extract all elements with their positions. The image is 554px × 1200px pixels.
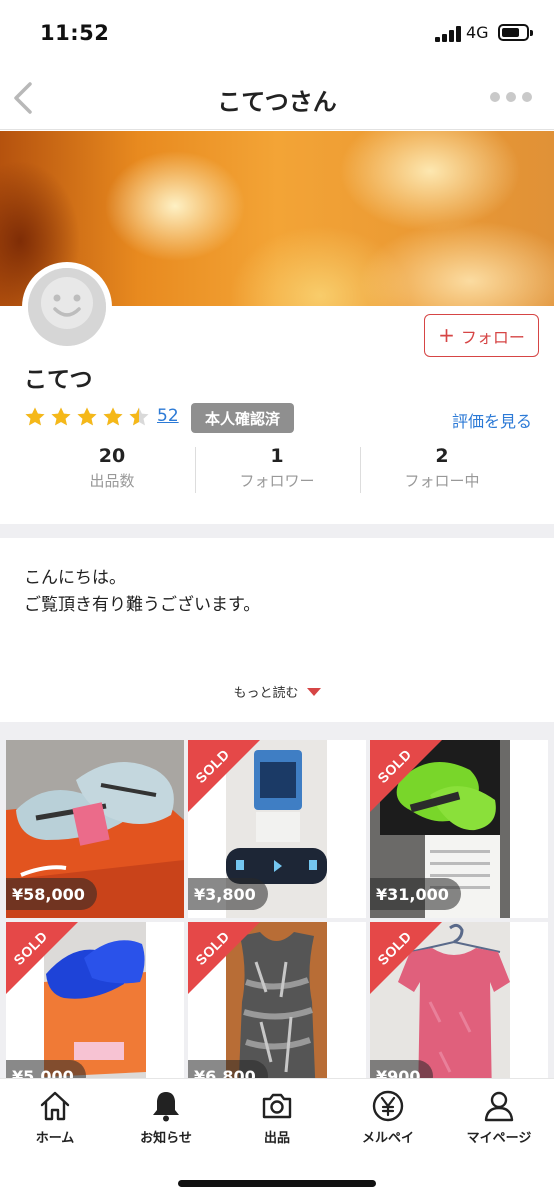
yen-circle-icon xyxy=(372,1090,404,1122)
more-dots-icon xyxy=(490,92,500,102)
stat-label: フォロー中 xyxy=(404,472,480,490)
follow-button[interactable]: + フォロー xyxy=(424,314,539,357)
sold-ribbon: SOLD xyxy=(188,922,260,994)
item-card[interactable]: SOLD ¥3,800 xyxy=(188,740,366,918)
item-card[interactable]: SOLD ¥5,000 xyxy=(6,922,184,1078)
home-icon xyxy=(40,1091,70,1121)
username: こてつ xyxy=(24,367,93,393)
verified-badge: 本人確認済 xyxy=(191,403,294,433)
person-icon xyxy=(484,1091,514,1122)
camera-icon xyxy=(262,1093,292,1119)
battery-icon xyxy=(498,24,533,41)
follow-button-label: フォロー xyxy=(460,327,525,347)
stat-value: 2 xyxy=(435,445,449,467)
read-more-label: もっと読む xyxy=(233,686,299,701)
profile-stats: 20 出品数 1 フォロワー 2 フォロー中 xyxy=(0,445,554,497)
tab-label: ホーム xyxy=(35,1131,75,1146)
read-more-button[interactable]: もっと読む xyxy=(0,682,554,701)
star-icon xyxy=(25,407,45,426)
star-icon xyxy=(129,407,149,426)
star-icon xyxy=(103,407,123,426)
star-icon xyxy=(51,407,71,426)
stat-value: 20 xyxy=(98,445,126,467)
tab-mypage[interactable]: マイページ xyxy=(444,1089,554,1146)
default-avatar-face-icon xyxy=(28,268,106,346)
caret-down-icon xyxy=(306,688,321,696)
tab-merpay[interactable]: メルペイ xyxy=(333,1089,443,1146)
home-indicator xyxy=(178,1180,376,1187)
item-price: ¥3,800 xyxy=(188,878,268,910)
sold-ribbon: SOLD xyxy=(370,740,442,812)
status-time: 11:52 xyxy=(40,21,110,45)
tab-label: お知らせ xyxy=(140,1131,192,1146)
section-divider xyxy=(0,524,554,538)
stat-label: 出品数 xyxy=(89,472,135,490)
stat-listings[interactable]: 20 出品数 xyxy=(32,445,192,491)
tab-sell[interactable]: 出品 xyxy=(222,1089,332,1146)
item-grid: ¥58,000 SOLD ¥3,800 SOLD ¥31,000 SOLD ¥5… xyxy=(0,722,554,1078)
sold-ribbon: SOLD xyxy=(188,740,260,812)
item-card[interactable]: SOLD ¥900 xyxy=(370,922,548,1078)
stat-following[interactable]: 2 フォロー中 xyxy=(362,445,522,491)
sold-ribbon: SOLD xyxy=(6,922,78,994)
status-bar: 11:52 4G xyxy=(0,0,554,66)
see-reviews-link[interactable]: 評価を見る xyxy=(452,408,532,432)
tab-label: マイページ xyxy=(466,1131,532,1146)
item-price: ¥5,000 xyxy=(6,1060,86,1078)
bio-line: ご覧頂き有り難うございます。 xyxy=(24,595,261,615)
stat-label: フォロワー xyxy=(239,472,315,490)
divider xyxy=(195,447,196,493)
more-options-button[interactable] xyxy=(490,92,532,104)
divider xyxy=(360,447,361,493)
sold-ribbon: SOLD xyxy=(370,922,442,994)
bell-icon xyxy=(153,1092,179,1122)
star-icon xyxy=(77,407,97,426)
item-price: ¥31,000 xyxy=(370,878,461,910)
item-card[interactable]: ¥58,000 xyxy=(6,740,184,918)
nav-bar: こてつさん xyxy=(0,66,554,130)
bio-line: こんにちは。 xyxy=(24,568,126,588)
tab-notifications[interactable]: お知らせ xyxy=(111,1089,221,1146)
review-count-link[interactable]: 52 xyxy=(157,406,179,426)
avatar[interactable] xyxy=(22,262,112,352)
tab-label: メルペイ xyxy=(361,1131,414,1146)
stat-followers[interactable]: 1 フォロワー xyxy=(197,445,357,491)
item-card[interactable]: SOLD ¥31,000 xyxy=(370,740,548,918)
bio-text: こんにちは。 ご覧頂き有り難うございます。 xyxy=(24,565,260,619)
signal-icon xyxy=(435,26,461,42)
tab-bar: ホーム お知らせ 出品 メルペイ マイページ xyxy=(0,1078,554,1200)
item-card[interactable]: SOLD ¥6,800 xyxy=(188,922,366,1078)
plus-icon: + xyxy=(438,322,455,347)
stat-value: 1 xyxy=(270,445,284,467)
page-title: こてつさん xyxy=(217,88,337,116)
item-price: ¥58,000 xyxy=(6,878,97,910)
tab-home[interactable]: ホーム xyxy=(0,1089,110,1146)
item-price: ¥900 xyxy=(370,1060,433,1078)
network-type: 4G xyxy=(466,23,489,42)
item-price: ¥6,800 xyxy=(188,1060,268,1078)
tab-label: 出品 xyxy=(263,1131,290,1146)
